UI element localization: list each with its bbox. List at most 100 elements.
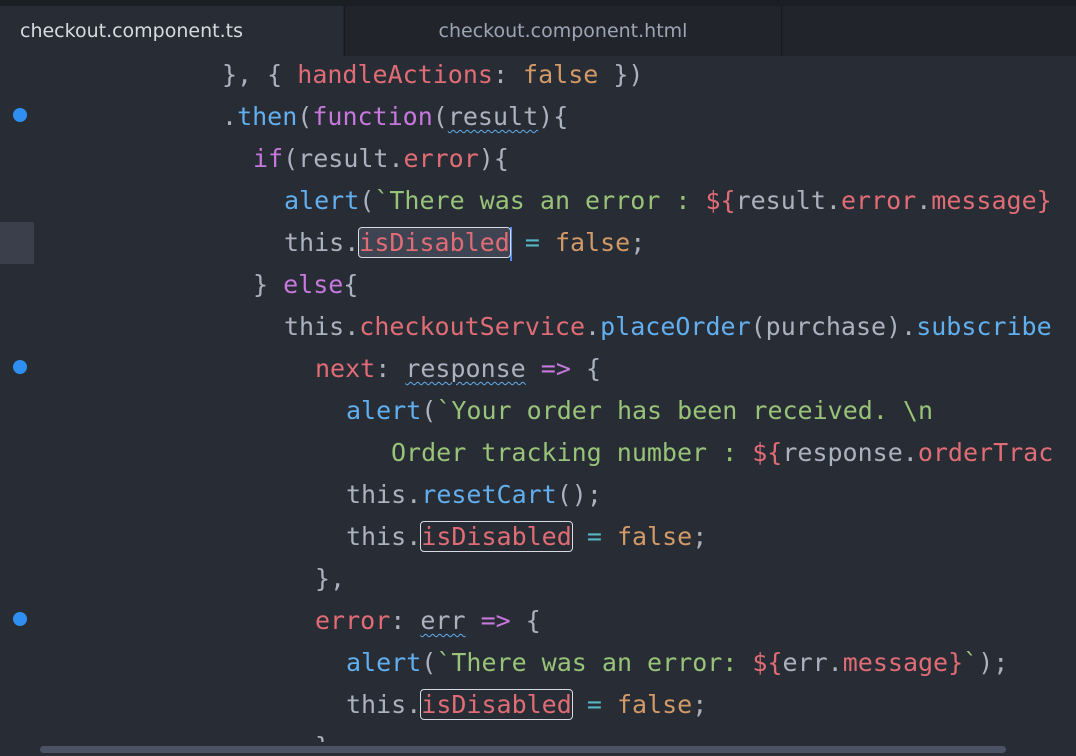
code-token: } (1036, 186, 1052, 215)
code-token: : (390, 606, 421, 635)
code-token: resetCart (421, 480, 557, 509)
code-line: alert(`There was an error: ${err.message… (0, 642, 1008, 684)
code-token: ( (421, 648, 437, 677)
code-token: : (492, 60, 524, 89)
code-editor[interactable]: }, { handleActions: false }) .then(funct… (0, 56, 1076, 756)
code-token: err (420, 606, 466, 635)
code-line: alert(`There was an error : ${result.err… (0, 180, 1052, 222)
code-token: ){ (478, 144, 509, 173)
code-token: alert (284, 186, 360, 215)
code-token: this. (346, 522, 422, 551)
code-token: => (525, 354, 586, 383)
code-line: }, { handleActions: false }) (0, 56, 643, 96)
code-token: ; (630, 228, 646, 257)
code-line: next: response => { (0, 348, 601, 390)
code-token: ${ (752, 438, 783, 467)
code-token: err. (782, 648, 843, 677)
code-token: Order tracking number : (391, 438, 753, 467)
code-line: .then(function(result){ (0, 96, 568, 138)
code-token: alert (346, 648, 422, 677)
code-token: : (375, 354, 406, 383)
code-token: ` (963, 648, 979, 677)
code-line: } else{ (0, 264, 358, 306)
code-token: result. (735, 186, 841, 215)
code-token: false (523, 60, 599, 89)
code-token: }, { (222, 60, 298, 89)
code-token: } (253, 270, 284, 299)
code-token: } (948, 648, 964, 677)
code-token: false (616, 522, 693, 551)
code-token: this. (284, 312, 360, 341)
tab-checkout-component-ts[interactable]: checkout.component.ts (0, 6, 343, 56)
code-token: message (931, 186, 1037, 215)
code-token: error (403, 144, 479, 173)
code-token: . (222, 102, 238, 131)
code-token: if (253, 144, 284, 173)
code-line-current: this.isDisabled = false; (0, 222, 645, 264)
code-token: }, (315, 564, 346, 593)
code-token: { (525, 606, 541, 635)
code-token: alert (346, 396, 422, 425)
code-token: error (315, 606, 391, 635)
code-token: ( (432, 102, 448, 131)
code-token: (purchase). (750, 312, 917, 341)
tab-checkout-component-html[interactable]: checkout.component.html (344, 6, 782, 56)
code-token: else (283, 270, 344, 299)
code-token: error (840, 186, 917, 215)
highlighted-occurrence[interactable]: isDisabled (420, 689, 573, 720)
code-token: `Your order has been received. \n (436, 396, 934, 425)
code-token: then (237, 102, 298, 131)
code-line: this.isDisabled = false; (0, 516, 707, 558)
code-token: ); (978, 648, 1009, 677)
code-token: `There was an error : (374, 186, 706, 215)
code-token: false (554, 228, 631, 257)
code-token: function (312, 102, 433, 131)
code-token: result (447, 102, 539, 131)
code-token: (); (556, 480, 602, 509)
code-token: next (315, 354, 376, 383)
code-line: this.resetCart(); (0, 474, 602, 516)
code-token: response (405, 354, 526, 383)
code-token: this. (346, 690, 422, 719)
code-line: this.checkoutService.placeOrder(purchase… (0, 306, 1052, 348)
code-token: { (585, 354, 602, 383)
code-token: ${ (705, 186, 736, 215)
code-token: ; (692, 690, 708, 719)
code-token: ${ (752, 648, 783, 677)
code-line: Order tracking number : ${response.order… (0, 432, 1053, 474)
code-line: this.isDisabled = false; (0, 684, 707, 726)
code-line: if(result.error){ (0, 138, 509, 180)
highlighted-occurrence[interactable]: isDisabled (420, 521, 573, 552)
code-token: { (343, 270, 359, 299)
code-token: subscribe (916, 312, 1052, 341)
code-token: orderTrac (917, 438, 1054, 467)
code-token: ( (359, 186, 375, 215)
code-token: this. (284, 228, 360, 257)
code-token: . (916, 186, 932, 215)
code-token: handleActions (297, 60, 493, 89)
code-token: (result. (283, 144, 404, 173)
code-token: placeOrder (600, 312, 751, 341)
code-token: ; (692, 522, 708, 551)
code-token: ( (297, 102, 313, 131)
code-token: this. (346, 480, 422, 509)
code-token: ){ (538, 102, 569, 131)
code-token: = (509, 228, 555, 257)
horizontal-scrollbar-thumb[interactable] (40, 746, 1006, 753)
code-line: }, (0, 558, 345, 600)
code-token: }) (598, 60, 644, 89)
code-token: `There was an error: (436, 648, 753, 677)
code-token: false (616, 690, 693, 719)
code-token: = (571, 522, 617, 551)
tab-bar-empty-area (783, 6, 1076, 56)
tab-bar: checkout.component.ts checkout.component… (0, 0, 1076, 56)
code-line: error: err => { (0, 600, 541, 642)
code-token: = (571, 690, 617, 719)
code-token: response. (782, 438, 918, 467)
code-token: ( (421, 396, 437, 425)
selected-occurrence[interactable]: isDisabled (358, 227, 511, 258)
code-line: alert(`Your order has been received. \n (0, 390, 933, 432)
code-token: checkoutService (359, 312, 586, 341)
code-token: . (585, 312, 601, 341)
code-token: message (842, 648, 949, 677)
